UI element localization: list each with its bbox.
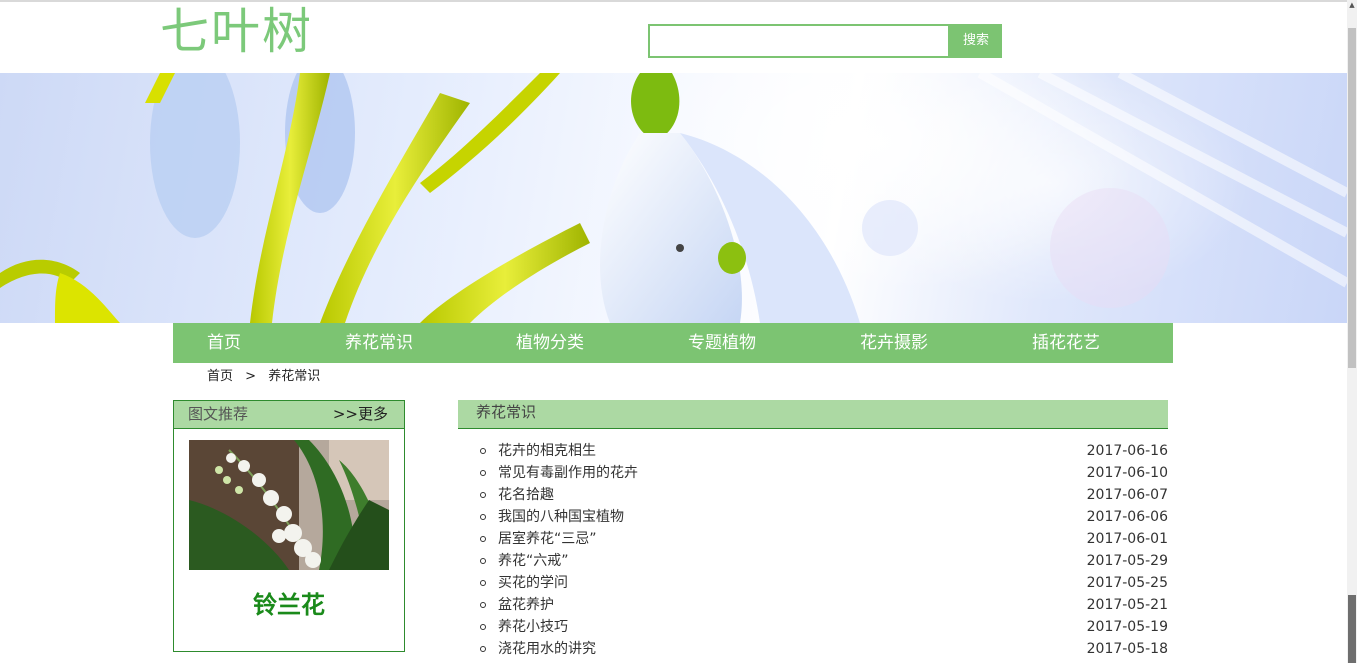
article-date: 2017-05-29 — [1086, 553, 1168, 569]
list-item: 我国的八种国宝植物 2017-06-06 — [480, 506, 1168, 528]
list-item: 浇花用水的讲究 2017-05-18 — [480, 638, 1168, 660]
bullet-icon — [480, 646, 486, 652]
article-title[interactable]: 盆花养护 — [498, 594, 554, 616]
nav-item-flower-arrangement[interactable]: 插花花艺 — [1032, 323, 1100, 363]
search-button[interactable]: 搜索 — [950, 24, 1002, 58]
list-item: 花卉的相克相生 2017-06-16 — [480, 440, 1168, 462]
article-date: 2017-06-07 — [1086, 487, 1168, 503]
scrollbar-lower-thumb[interactable] — [1348, 595, 1356, 663]
list-item: 养花小技巧 2017-05-19 — [480, 616, 1168, 638]
lily-of-the-valley-image[interactable] — [189, 440, 389, 570]
nav-item-flower-care[interactable]: 养花常识 — [345, 323, 413, 363]
article-date: 2017-05-18 — [1086, 641, 1168, 657]
nav-item-featured-plants[interactable]: 专题植物 — [688, 323, 756, 363]
article-title[interactable]: 浇花用水的讲究 — [498, 638, 596, 660]
lily-of-the-valley-photo — [189, 440, 389, 570]
recommended-panel-header: 图文推荐 >>更多 — [174, 401, 404, 429]
featured-plant-caption[interactable]: 铃兰花 — [174, 585, 404, 620]
list-item: 盆花养护 2017-05-21 — [480, 594, 1168, 616]
nav-item-flower-photography[interactable]: 花卉摄影 — [860, 323, 928, 363]
snowdrop-flowers-illustration — [0, 73, 1347, 323]
bullet-icon — [480, 580, 486, 586]
vertical-scrollbar[interactable]: ▲ — [1347, 0, 1357, 663]
bullet-icon — [480, 492, 486, 498]
breadcrumb: 首页 > 养花常识 — [207, 368, 320, 386]
recommended-panel-title: 图文推荐 — [188, 405, 249, 423]
bullet-icon — [480, 536, 486, 542]
bullet-icon — [480, 558, 486, 564]
breadcrumb-current: 养花常识 — [268, 369, 321, 384]
breadcrumb-separator: > — [245, 369, 257, 384]
article-title[interactable]: 我国的八种国宝植物 — [498, 506, 624, 528]
list-item: 养花“六戒” 2017-05-29 — [480, 550, 1168, 572]
article-date: 2017-05-19 — [1086, 619, 1168, 635]
article-date: 2017-06-06 — [1086, 509, 1168, 525]
article-date: 2017-06-10 — [1086, 465, 1168, 481]
search-input[interactable] — [648, 24, 950, 58]
article-title[interactable]: 养花“六戒” — [498, 550, 569, 572]
article-title[interactable]: 花卉的相克相生 — [498, 440, 596, 462]
main-nav: 首页 养花常识 植物分类 专题植物 花卉摄影 插花花艺 — [173, 323, 1173, 363]
scrollbar-thumb[interactable] — [1348, 28, 1356, 368]
more-link[interactable]: >>更多 — [333, 401, 388, 427]
article-date: 2017-06-01 — [1086, 531, 1168, 547]
nav-item-home[interactable]: 首页 — [207, 323, 241, 363]
article-title[interactable]: 居室养花“三忌” — [498, 528, 597, 550]
article-title[interactable]: 养花小技巧 — [498, 616, 568, 638]
article-date: 2017-06-16 — [1086, 443, 1168, 459]
breadcrumb-home[interactable]: 首页 — [207, 368, 233, 386]
site-logo[interactable]: 七叶树 — [160, 4, 313, 60]
list-item: 居室养花“三忌” 2017-06-01 — [480, 528, 1168, 550]
nav-item-plant-categories[interactable]: 植物分类 — [516, 323, 584, 363]
article-date: 2017-05-21 — [1086, 597, 1168, 613]
bullet-icon — [480, 514, 486, 520]
header: 七叶树 搜索 — [0, 2, 1347, 73]
article-date: 2017-05-25 — [1086, 575, 1168, 591]
article-list: 花卉的相克相生 2017-06-16 常见有毒副作用的花卉 2017-06-10 花… — [480, 440, 1168, 660]
list-item: 常见有毒副作用的花卉 2017-06-10 — [480, 462, 1168, 484]
hero-banner-image — [0, 73, 1347, 323]
article-title[interactable]: 常见有毒副作用的花卉 — [498, 462, 638, 484]
bullet-icon — [480, 470, 486, 476]
article-title[interactable]: 花名拾趣 — [498, 484, 554, 506]
article-list-title: 养花常识 — [476, 403, 537, 421]
recommended-panel: 图文推荐 >>更多 铃兰花 — [173, 400, 405, 652]
bullet-icon — [480, 448, 486, 454]
article-title[interactable]: 买花的学问 — [498, 572, 568, 594]
bullet-icon — [480, 602, 486, 608]
scroll-up-arrow-icon[interactable]: ▲ — [1347, 0, 1357, 10]
article-list-header: 养花常识 — [458, 400, 1168, 429]
bullet-icon — [480, 624, 486, 630]
list-item: 买花的学问 2017-05-25 — [480, 572, 1168, 594]
list-item: 花名拾趣 2017-06-07 — [480, 484, 1168, 506]
